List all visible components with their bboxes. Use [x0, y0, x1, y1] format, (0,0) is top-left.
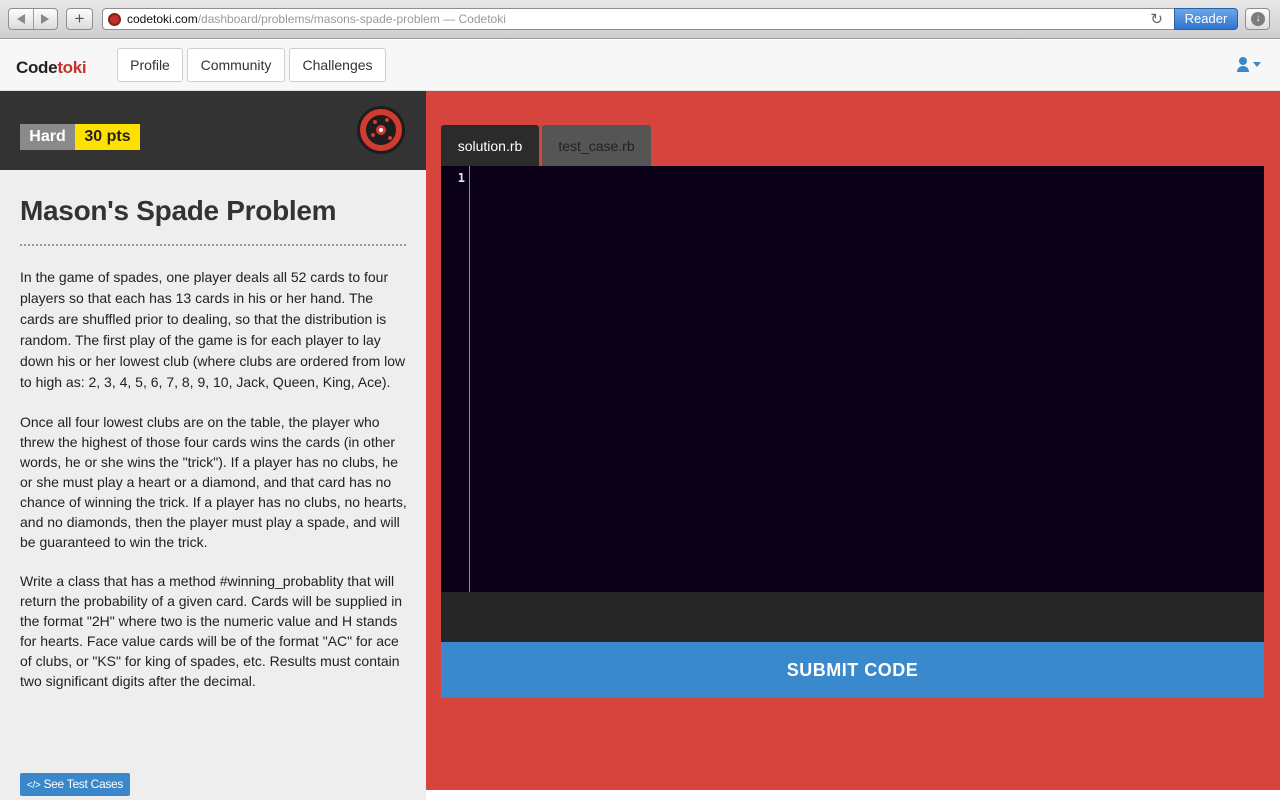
reader-button[interactable]: Reader	[1174, 8, 1238, 30]
url-text: codetoki.com/dashboard/problems/masons-s…	[127, 12, 506, 26]
back-button[interactable]	[9, 9, 33, 29]
page-bottom	[426, 790, 1280, 800]
user-menu-button[interactable]	[1237, 57, 1261, 72]
logo-text-code: Code	[16, 58, 58, 77]
description-paragraph: Write a class that has a method #winning…	[20, 573, 403, 689]
problem-title: Mason's Spade Problem	[20, 195, 337, 226]
points-badge: 30 pts	[75, 124, 140, 150]
nav-profile-button[interactable]: Profile	[117, 48, 183, 82]
site-favicon-icon	[108, 13, 121, 26]
browser-toolbar: + codetoki.com/dashboard/problems/masons…	[0, 0, 1280, 39]
tab-solution-rb[interactable]: solution.rb	[441, 125, 539, 166]
caret-down-icon	[1253, 62, 1261, 67]
url-host: codetoki.com	[127, 12, 198, 26]
logo-text-toki: toki	[57, 58, 87, 77]
submit-code-button[interactable]: SUBMIT CODE	[441, 642, 1264, 698]
see-test-cases-label: See Test Cases	[43, 777, 124, 791]
url-path: /dashboard/problems/masons-spade-problem	[197, 12, 440, 26]
see-test-cases-button[interactable]: </> See Test Cases	[20, 773, 130, 796]
user-icon	[1237, 57, 1249, 72]
download-icon: ↓	[1251, 12, 1265, 26]
tab-test-case-rb[interactable]: test_case.rb	[542, 125, 651, 166]
problem-header: Hard 30 pts	[0, 91, 426, 170]
nav-community-button[interactable]: Community	[187, 48, 285, 82]
forward-button[interactable]	[32, 9, 58, 29]
description-paragraph: In the game of spades, one player deals …	[20, 269, 406, 390]
difficulty-badge: Hard	[20, 124, 75, 150]
page-title: — Codetoki	[439, 12, 506, 26]
problem-panel: Hard 30 pts Mason's Spade Problem In the…	[0, 91, 426, 800]
line-number: 1	[457, 171, 465, 185]
reload-icon[interactable]: ↻	[1150, 10, 1163, 28]
problem-description: In the game of spades, one player deals …	[20, 267, 410, 691]
output-console	[441, 592, 1264, 642]
monster-avatar-icon	[357, 106, 405, 154]
downloads-button[interactable]: ↓	[1245, 8, 1270, 30]
code-editor[interactable]: 1	[441, 166, 1264, 592]
title-divider	[20, 244, 406, 246]
new-tab-button[interactable]: +	[66, 8, 93, 30]
history-nav	[8, 8, 58, 30]
editor-panel: solution.rb test_case.rb 1 SUBMIT CODE	[426, 91, 1280, 790]
forward-arrow-icon	[41, 14, 50, 24]
site-header: Codetoki Profile Community Challenges	[0, 40, 1280, 91]
address-bar[interactable]: codetoki.com/dashboard/problems/masons-s…	[102, 8, 1238, 30]
line-number-gutter: 1	[441, 166, 470, 592]
back-arrow-icon	[16, 14, 25, 24]
code-icon: </>	[26, 780, 41, 791]
description-paragraph: Once all four lowest clubs are on the ta…	[20, 414, 407, 550]
codetoki-logo[interactable]: Codetoki	[16, 58, 87, 78]
nav-challenges-button[interactable]: Challenges	[289, 48, 386, 82]
